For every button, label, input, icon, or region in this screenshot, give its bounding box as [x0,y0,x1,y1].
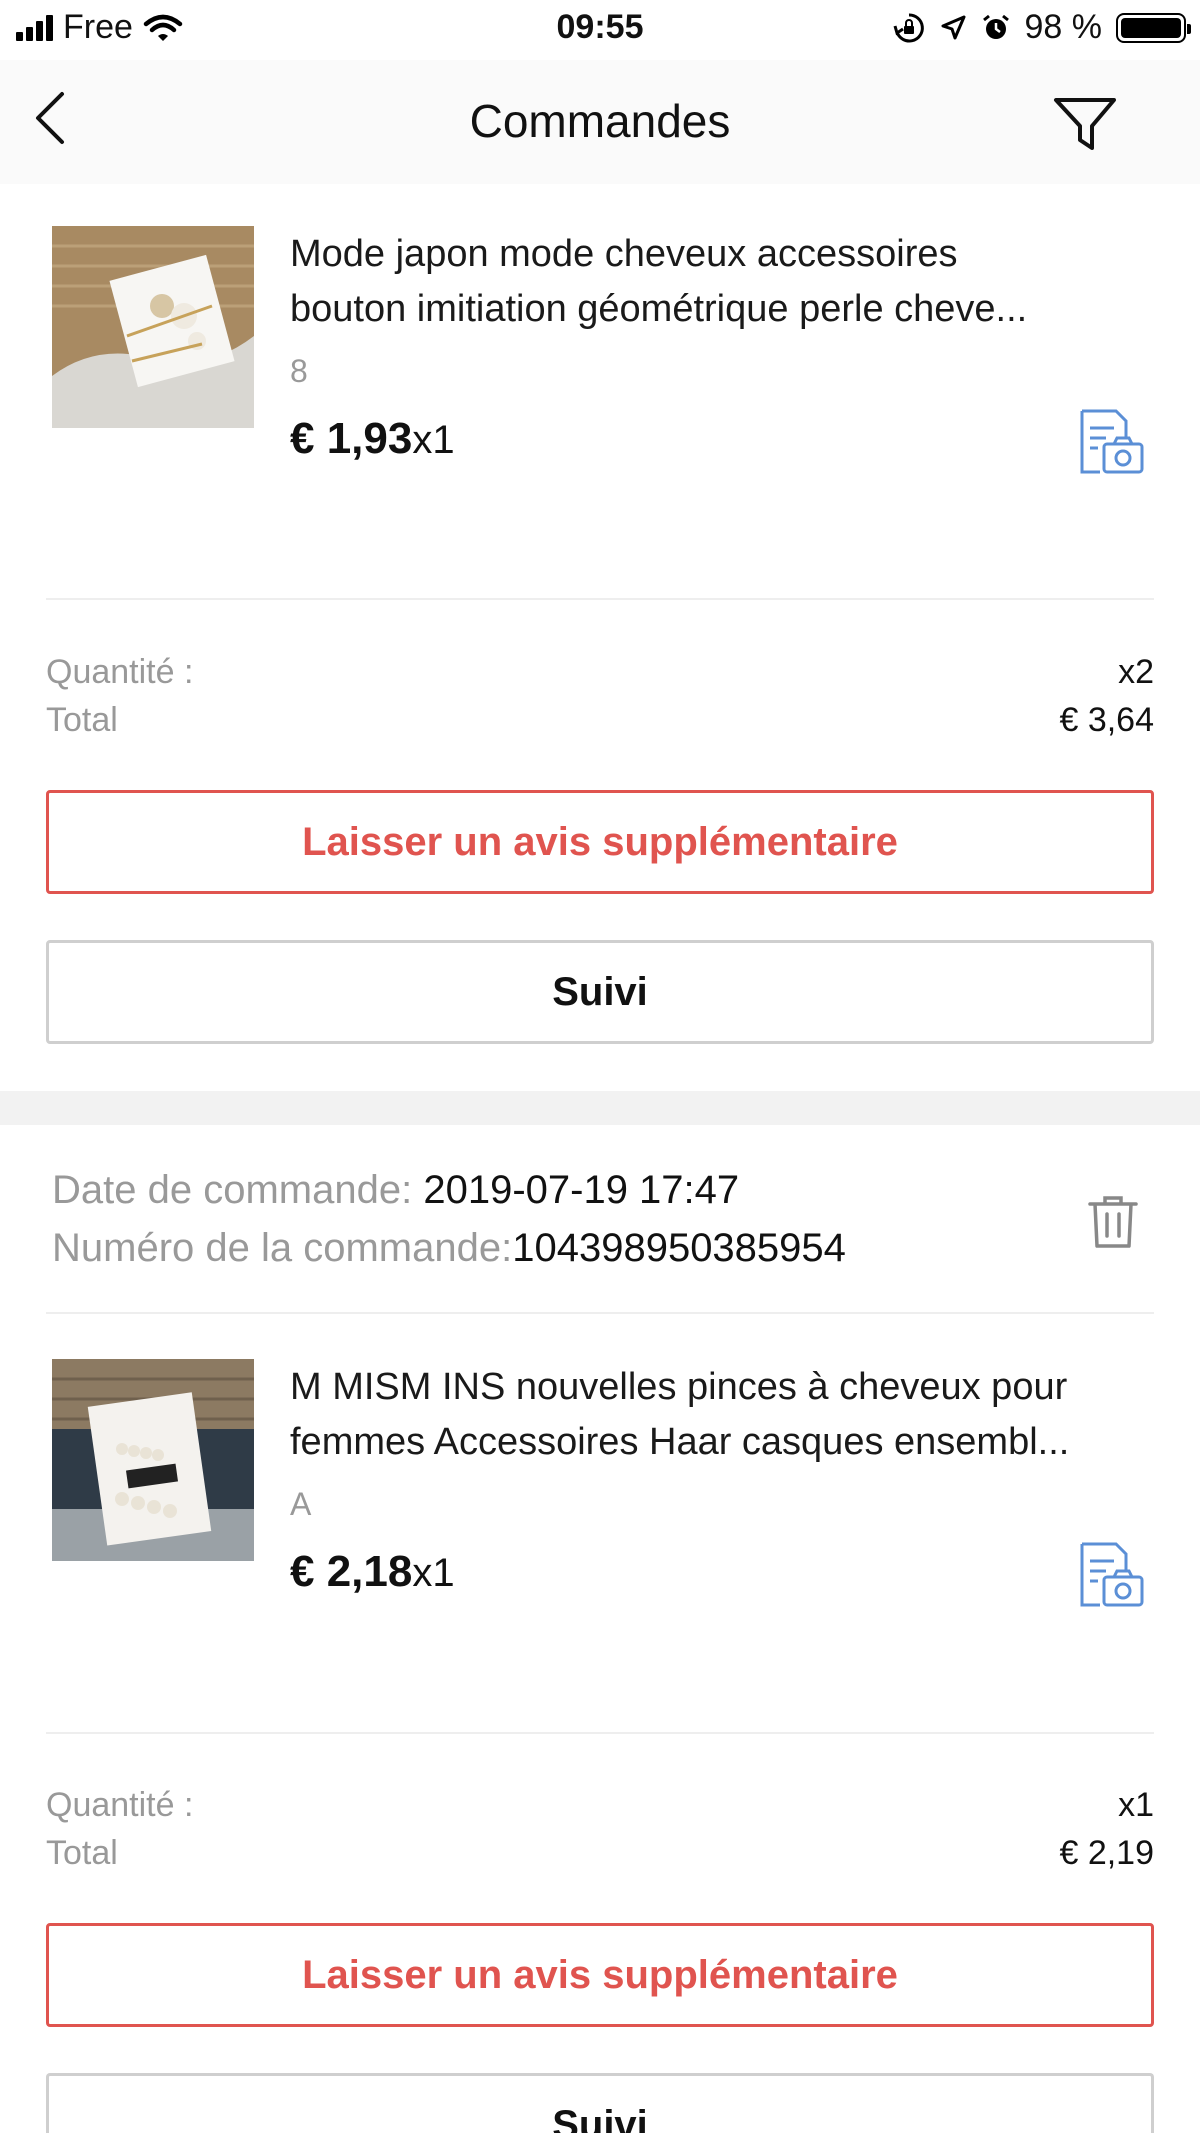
rotation-lock-icon [893,12,924,42]
track-order-button[interactable]: Suivi [46,2073,1154,2133]
order-date-label: Date de commande: [52,1168,413,1212]
quantity-label: Quantité : [46,1786,194,1824]
price-value: € 2,18 [290,1547,413,1596]
quantity-value: x2 [1118,653,1154,691]
product-price: € 1,93x1 [290,414,455,464]
divider [46,1312,1154,1314]
product-title-line: femmes Accessoires Haar casques ensembl.… [290,1421,1070,1463]
product-title[interactable]: Mode japon mode cheveux accessoires bout… [290,227,1150,337]
order-number-label: Numéro de la commande: [52,1226,513,1270]
product-variant: 8 [290,353,308,389]
order-date: Date de commande: 2019-07-19 17:47 [52,1168,739,1213]
product-image [52,1359,254,1561]
order-number-value: 104398950385954 [512,1226,846,1270]
nav-bar: Commandes [0,60,1200,184]
price-value: € 1,93 [290,414,413,463]
photo-review-icon[interactable] [1076,408,1146,476]
filter-icon[interactable] [1050,88,1120,158]
price-qty: x1 [412,418,455,462]
order-number: Numéro de la commande:104398950385954 [52,1226,846,1271]
order-date-value: 2019-07-19 17:47 [423,1168,740,1212]
product-title-line: Mode japon mode cheveux accessoires [290,233,958,275]
photo-review-icon[interactable] [1076,1541,1146,1609]
total-value: € 2,19 [1059,1834,1154,1872]
leave-review-button[interactable]: Laisser un avis supplémentaire [46,790,1154,894]
page-title: Commandes [469,95,731,147]
price-qty: x1 [412,1551,455,1595]
status-right: 98 % [893,8,1191,47]
product-thumbnail[interactable] [52,226,254,428]
battery-percent: 98 % [1024,8,1103,46]
product-title[interactable]: M MISM INS nouvelles pinces à cheveux po… [290,1360,1150,1470]
quantity-label: Quantité : [46,653,194,691]
quantity-value: x1 [1118,1786,1154,1824]
track-order-button[interactable]: Suivi [46,940,1154,1044]
divider [46,1732,1154,1734]
product-price: € 2,18x1 [290,1547,455,1597]
alarm-icon [982,14,1009,39]
total-value: € 3,64 [1059,701,1154,739]
product-variant: A [290,1486,312,1522]
product-title-line: M MISM INS nouvelles pinces à cheveux po… [290,1366,1068,1408]
product-title-line: bouton imitiation géométrique perle chev… [290,288,1028,330]
product-thumbnail[interactable] [52,1359,254,1561]
trash-icon[interactable] [1082,1190,1144,1252]
leave-review-button[interactable]: Laisser un avis supplémentaire [46,1923,1154,2027]
battery-icon [1116,12,1191,43]
location-arrow-icon [941,15,965,39]
divider [46,598,1154,600]
product-image [52,226,254,428]
status-bar: Free 09:55 98 % [0,0,1200,60]
section-separator [0,1091,1200,1125]
total-label: Total [46,1834,118,1872]
total-label: Total [46,701,118,739]
